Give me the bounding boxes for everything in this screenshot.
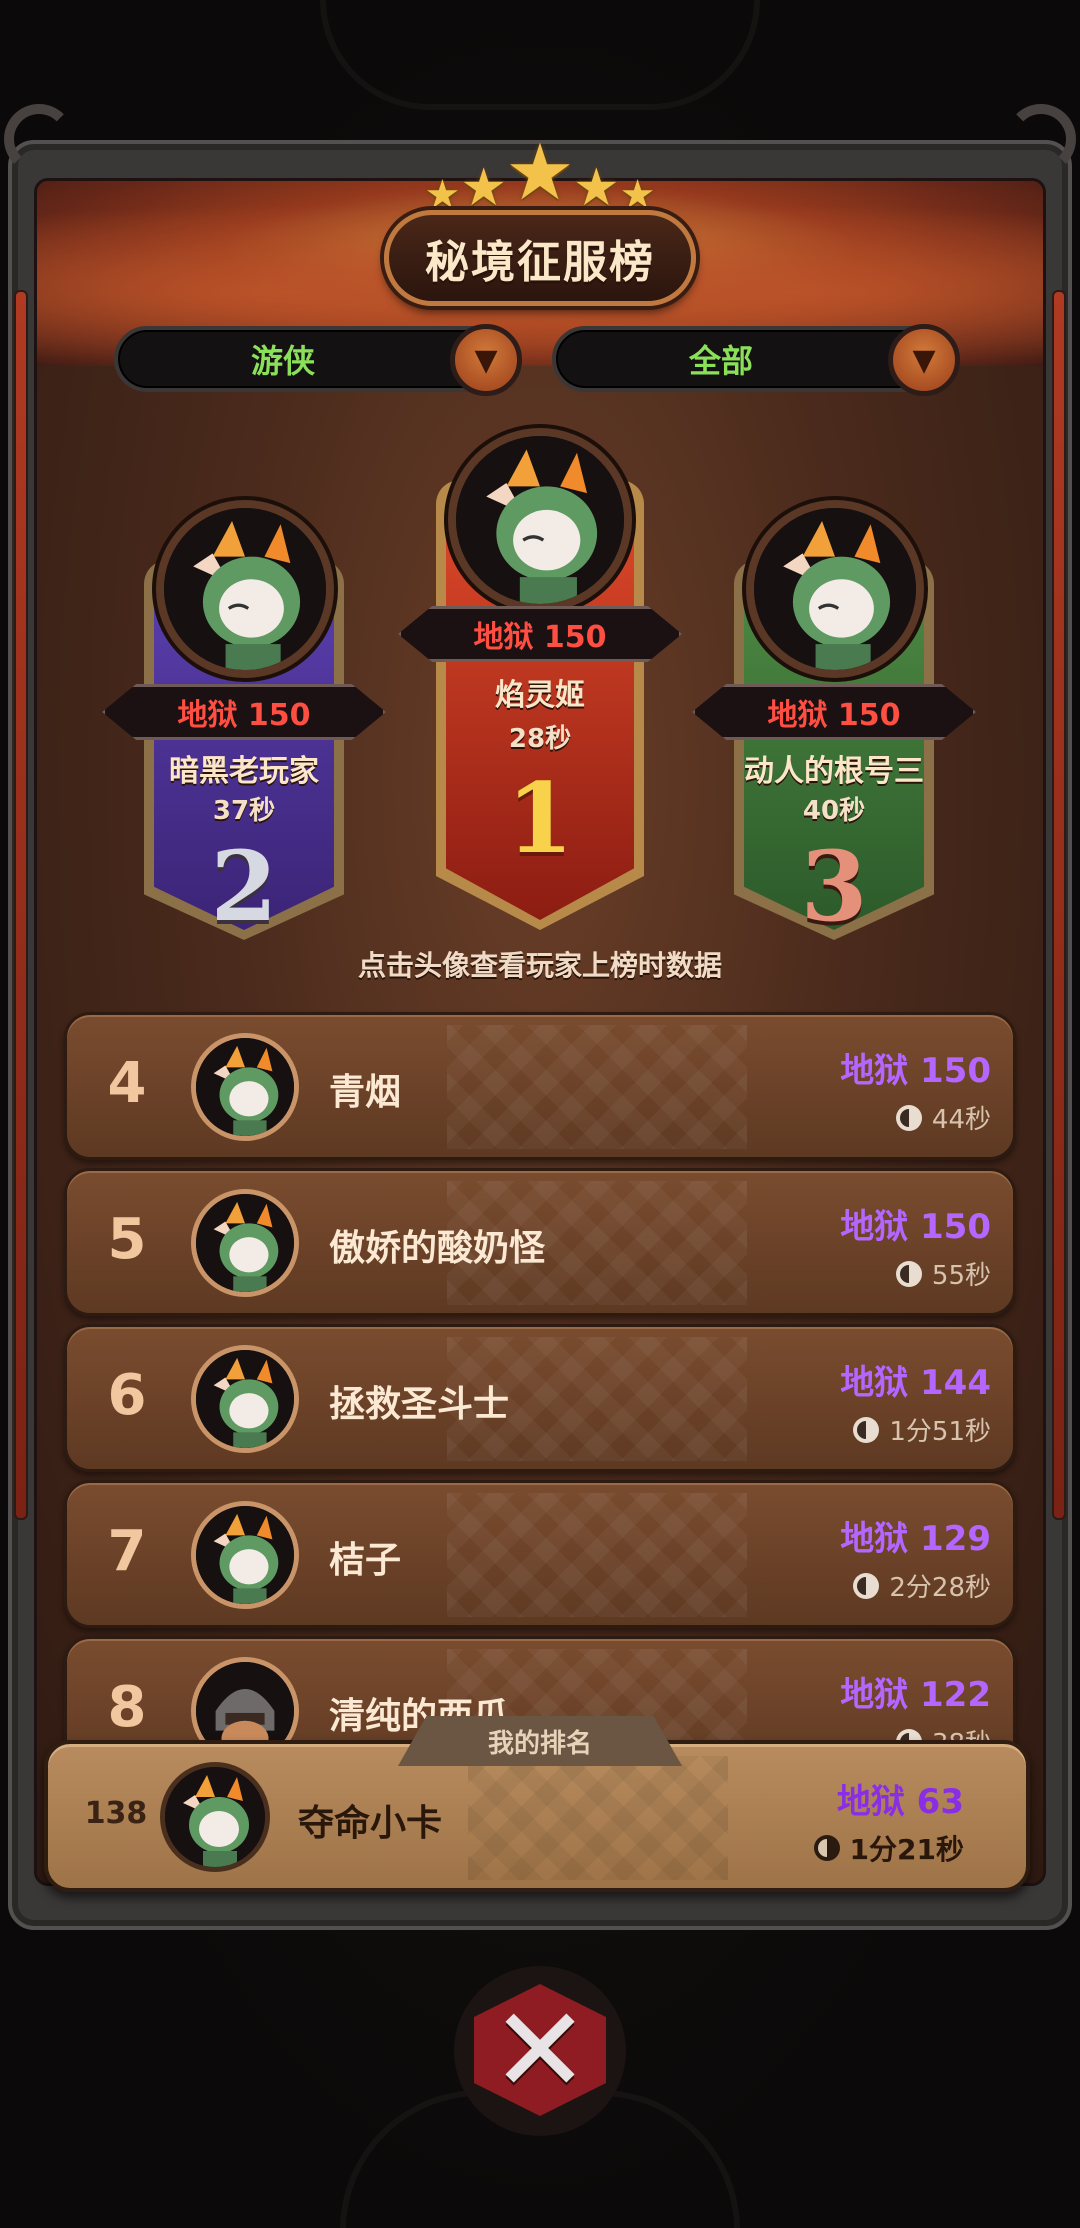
podium-player-time: 37秒 bbox=[212, 796, 276, 826]
fox-avatar[interactable] bbox=[156, 500, 334, 678]
row-rank: 7 bbox=[107, 1519, 147, 1584]
game-screen: ★★★★★ 秘境征服榜 游侠 ▼ 全部 ▼ 地狱 150 暗黑老玩家 37秒 2… bbox=[0, 0, 1080, 2228]
fox-avatar[interactable] bbox=[191, 1345, 299, 1453]
row-score: 地狱 144 bbox=[840, 1363, 991, 1403]
chevron-down-icon[interactable]: ▼ bbox=[888, 324, 960, 396]
row-rank: 5 bbox=[107, 1207, 147, 1272]
left-side-bar bbox=[14, 290, 28, 1520]
ranking-row[interactable]: 4 青烟 地狱 150 44秒 bbox=[64, 1012, 1016, 1160]
row-score: 地狱 129 bbox=[840, 1519, 991, 1559]
fox-avatar-icon bbox=[456, 436, 624, 604]
clock-icon bbox=[813, 1835, 840, 1861]
fox-avatar-icon bbox=[196, 1194, 294, 1292]
clock-icon bbox=[853, 1416, 880, 1443]
row-rank: 6 bbox=[107, 1363, 147, 1428]
row-time: 44秒 bbox=[895, 1099, 991, 1136]
fox-avatar-icon bbox=[164, 508, 326, 670]
class-dropdown-label: 游侠 bbox=[250, 342, 315, 380]
row-rank: 8 bbox=[107, 1675, 147, 1740]
my-player-name: 夺命小卡 bbox=[298, 1803, 443, 1844]
row-player-name: 桔子 bbox=[329, 1540, 402, 1581]
podium-player-name: 动人的根号三 bbox=[744, 754, 924, 789]
my-rank-number: 138 bbox=[84, 1796, 148, 1831]
podium-player-name: 焰灵姬 bbox=[495, 678, 585, 713]
podium-score-tag: 地狱 150 bbox=[398, 606, 682, 662]
podium-score-tag: 地狱 150 bbox=[102, 684, 386, 740]
fox-avatar-icon bbox=[754, 508, 916, 670]
podium-rank-number: 3 bbox=[800, 830, 868, 943]
podium-rank-number: 1 bbox=[506, 762, 574, 875]
ranking-row[interactable]: 6 拯救圣斗士 地狱 144 1分51秒 bbox=[64, 1324, 1016, 1472]
fox-avatar-icon bbox=[196, 1506, 294, 1604]
ranking-row[interactable]: 7 桔子 地狱 129 2分28秒 bbox=[64, 1480, 1016, 1628]
fox-avatar[interactable] bbox=[746, 500, 924, 678]
scope-dropdown[interactable]: 全部 ▼ bbox=[552, 324, 960, 396]
row-time: 55秒 bbox=[895, 1255, 991, 1292]
hint-text: 点击头像查看玩家上榜时数据 bbox=[357, 949, 722, 982]
class-dropdown[interactable]: 游侠 ▼ bbox=[114, 324, 522, 396]
podium-player-time: 28秒 bbox=[508, 724, 572, 754]
my-time: 1分21秒 bbox=[813, 1828, 964, 1868]
row-player-name: 青烟 bbox=[329, 1072, 402, 1113]
row-player-name: 拯救圣斗士 bbox=[329, 1384, 510, 1425]
page-title: 秘境征服榜 bbox=[425, 237, 655, 288]
scope-dropdown-label: 全部 bbox=[688, 342, 753, 380]
close-icon: ✕ bbox=[490, 1981, 590, 2119]
row-score: 地狱 122 bbox=[840, 1675, 991, 1715]
row-player-name: 傲娇的酸奶怪 bbox=[329, 1228, 546, 1269]
clock-icon bbox=[895, 1104, 922, 1131]
right-side-bar bbox=[1052, 290, 1066, 1520]
row-time: 2分28秒 bbox=[853, 1567, 991, 1604]
fox-avatar-icon bbox=[165, 1767, 265, 1867]
podium-score-tag: 地狱 150 bbox=[692, 684, 976, 740]
star-icon: ★ bbox=[460, 158, 508, 218]
star-row: ★★★★★ bbox=[0, 128, 1080, 218]
podium-player-name: 暗黑老玩家 bbox=[169, 754, 319, 789]
fox-avatar[interactable] bbox=[448, 428, 632, 612]
star-icon: ★ bbox=[572, 158, 620, 218]
my-score: 地狱 63 bbox=[836, 1782, 964, 1822]
my-rank-tab: 我的排名 bbox=[398, 1716, 682, 1766]
fox-avatar-icon bbox=[196, 1350, 294, 1448]
fox-avatar-icon bbox=[196, 1038, 294, 1136]
clock-icon bbox=[895, 1260, 922, 1287]
chevron-down-icon[interactable]: ▼ bbox=[450, 324, 522, 396]
podium-rank-number: 2 bbox=[210, 830, 278, 943]
title-plate: 秘境征服榜 bbox=[384, 210, 696, 306]
fox-avatar[interactable] bbox=[160, 1762, 270, 1872]
background-ornament-top bbox=[320, 0, 760, 110]
podium-player-time: 40秒 bbox=[802, 796, 866, 826]
ranking-row[interactable]: 5 傲娇的酸奶怪 地狱 150 55秒 bbox=[64, 1168, 1016, 1316]
fox-avatar[interactable] bbox=[191, 1501, 299, 1609]
row-score: 地狱 150 bbox=[840, 1051, 991, 1091]
row-score: 地狱 150 bbox=[840, 1207, 991, 1247]
fox-avatar[interactable] bbox=[191, 1189, 299, 1297]
fox-avatar[interactable] bbox=[191, 1033, 299, 1141]
star-icon: ★ bbox=[505, 128, 575, 218]
row-time: 1分51秒 bbox=[853, 1411, 991, 1448]
clock-icon bbox=[853, 1572, 880, 1599]
row-rank: 4 bbox=[107, 1051, 147, 1116]
